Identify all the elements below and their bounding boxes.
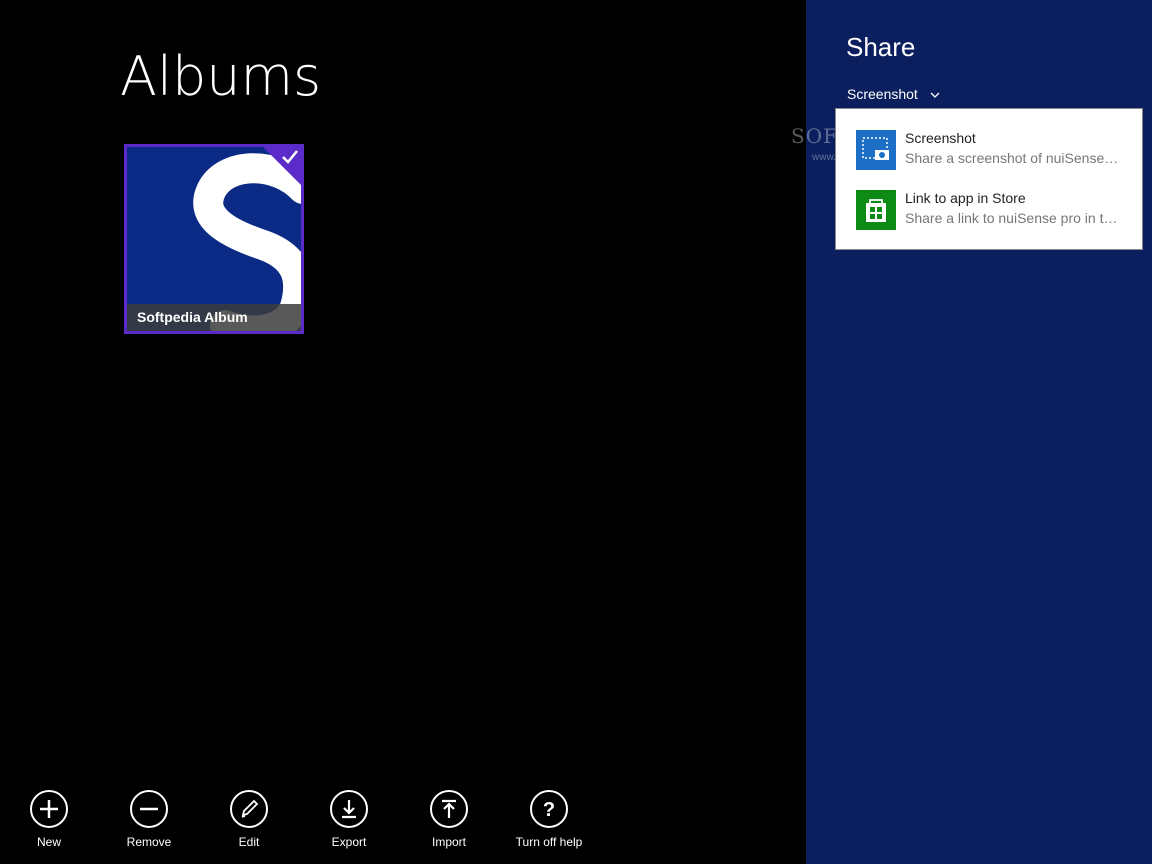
store-icon [856, 190, 896, 230]
remove-label: Remove [126, 835, 172, 849]
turn-off-help-label: Turn off help [515, 835, 583, 849]
album-name: Softpedia Album [137, 309, 248, 325]
share-option-title: Link to app in Store [905, 190, 1026, 206]
pencil-icon [230, 790, 268, 828]
share-option-screenshot[interactable]: Screenshot Share a screenshot of nuiSens… [836, 130, 1142, 184]
edit-label: Edit [238, 835, 260, 849]
share-option-subtitle: Share a screenshot of nuiSense… [905, 150, 1119, 166]
question-icon: ? [530, 790, 568, 828]
new-label: New [36, 835, 61, 849]
download-icon [330, 790, 368, 828]
edit-button[interactable]: Edit [199, 790, 299, 860]
share-type-value: Screenshot [847, 86, 918, 102]
share-type-dropdown[interactable]: Screenshot [847, 86, 940, 102]
share-option-store-link[interactable]: Link to app in Store Share a link to nui… [836, 190, 1142, 244]
page-title: Albums [120, 45, 322, 108]
export-button[interactable]: Export [299, 790, 399, 860]
new-button[interactable]: New [0, 790, 99, 860]
import-button[interactable]: Import [399, 790, 499, 860]
plus-icon [30, 790, 68, 828]
import-label: Import [431, 835, 466, 849]
album-caption: Softpedia Album [127, 304, 301, 331]
share-options-popup: Screenshot Share a screenshot of nuiSens… [835, 108, 1143, 250]
chevron-down-icon [930, 92, 940, 98]
upload-icon [430, 790, 468, 828]
turn-off-help-button[interactable]: ? Turn off help [499, 790, 599, 860]
minus-icon [130, 790, 168, 828]
svg-text:?: ? [543, 799, 555, 821]
main-area: Albums Softpedia Album [0, 0, 806, 864]
checkmark-icon [282, 150, 298, 164]
export-label: Export [331, 835, 367, 849]
share-option-title: Screenshot [905, 130, 976, 146]
album-tile[interactable]: Softpedia Album [124, 144, 304, 334]
share-option-subtitle: Share a link to nuiSense pro in t… [905, 210, 1118, 226]
share-title: Share [846, 32, 916, 62]
screenshot-icon [856, 130, 896, 170]
remove-button[interactable]: Remove [99, 790, 199, 860]
